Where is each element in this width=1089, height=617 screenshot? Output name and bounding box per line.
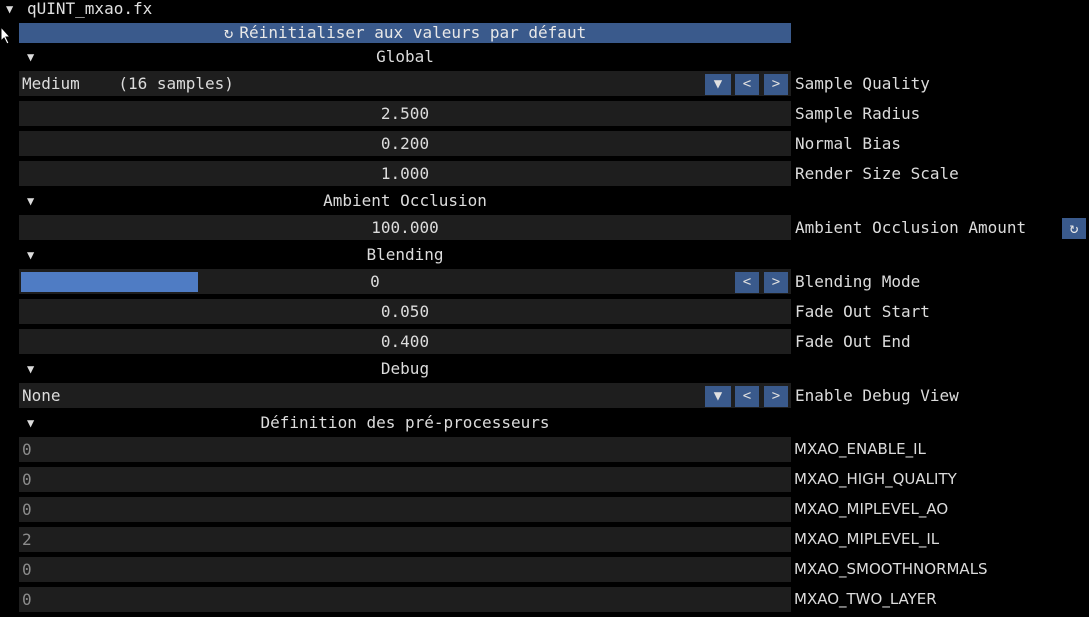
- collapse-triangle-icon[interactable]: ▼: [27, 192, 34, 210]
- collapse-triangle-icon[interactable]: ▼: [27, 246, 34, 264]
- preprocessor-value: 0: [22, 500, 32, 519]
- prev-button[interactable]: <: [735, 74, 759, 95]
- preprocessor-input[interactable]: 0: [19, 437, 791, 462]
- sample-quality-combo[interactable]: Medium (16 samples) ▼ < >: [19, 71, 791, 96]
- reset-defaults-label: Réinitialiser aux valeurs par défaut: [239, 23, 587, 42]
- collapse-triangle-icon[interactable]: ▼: [27, 414, 34, 432]
- preprocessor-input[interactable]: 0: [19, 587, 791, 612]
- preprocessor-name: MXAO_SMOOTHNORMALS: [794, 560, 988, 578]
- slider-value: 0: [370, 272, 380, 291]
- slider-value: 0.400: [380, 332, 430, 351]
- preprocessor-name: MXAO_MIPLEVEL_IL: [794, 530, 940, 548]
- blending-mode-label: Blending Mode: [795, 272, 921, 291]
- collapse-triangle-icon[interactable]: ▼: [6, 0, 13, 18]
- preprocessor-value: 0: [22, 560, 32, 579]
- next-button[interactable]: >: [764, 272, 788, 293]
- normal-bias-slider[interactable]: 0.200: [19, 131, 791, 156]
- combo-value: None: [22, 386, 61, 405]
- preprocessor-value: 0: [22, 470, 32, 489]
- next-button[interactable]: >: [764, 74, 788, 95]
- dropdown-arrow-icon[interactable]: ▼: [705, 386, 731, 407]
- slider-value: 0.200: [380, 134, 430, 153]
- mouse-cursor-icon: [0, 26, 12, 45]
- preprocessor-name: MXAO_ENABLE_IL: [794, 440, 926, 458]
- combo-value: Medium (16 samples): [22, 74, 234, 93]
- section-title: Définition des pré-processeurs: [260, 413, 550, 432]
- reset-value-button[interactable]: ↻: [1062, 218, 1086, 239]
- preprocessor-input[interactable]: 0: [19, 557, 791, 582]
- sample-quality-label: Sample Quality: [795, 74, 930, 93]
- collapse-triangle-icon[interactable]: ▼: [27, 360, 34, 378]
- preprocessor-name: MXAO_TWO_LAYER: [794, 590, 937, 608]
- slider-value: 2.500: [380, 104, 430, 123]
- fade-out-end-label: Fade Out End: [795, 332, 911, 351]
- collapse-triangle-icon[interactable]: ▼: [27, 48, 34, 66]
- dropdown-arrow-icon[interactable]: ▼: [705, 74, 731, 95]
- fade-out-end-slider[interactable]: 0.400: [19, 329, 791, 354]
- slider-value: 1.000: [380, 164, 430, 183]
- ao-amount-slider[interactable]: 100.000: [19, 215, 791, 240]
- sample-radius-label: Sample Radius: [795, 104, 921, 123]
- section-title: Ambient Occlusion: [323, 191, 487, 210]
- prev-button[interactable]: <: [735, 272, 759, 293]
- blending-mode-slider[interactable]: 0 < >: [19, 269, 791, 294]
- preprocessor-input[interactable]: 0: [19, 467, 791, 492]
- prev-button[interactable]: <: [735, 386, 759, 407]
- effect-header[interactable]: ▼ qUINT_mxao.fx: [0, 0, 1089, 20]
- section-ambient-occlusion[interactable]: ▼ Ambient Occlusion: [19, 190, 791, 212]
- effect-title: qUINT_mxao.fx: [27, 0, 153, 18]
- preprocessor-value: 0: [22, 590, 32, 609]
- section-global[interactable]: ▼ Global: [19, 46, 791, 68]
- ao-amount-label: Ambient Occlusion Amount: [795, 218, 1027, 237]
- slider-value: 100.000: [371, 218, 439, 237]
- normal-bias-label: Normal Bias: [795, 134, 901, 153]
- reset-defaults-button[interactable]: ↻ Réinitialiser aux valeurs par défaut: [19, 23, 791, 43]
- section-debug[interactable]: ▼ Debug: [19, 358, 791, 380]
- render-size-scale-label: Render Size Scale: [795, 164, 959, 183]
- section-title: Global: [376, 47, 434, 66]
- debug-view-label: Enable Debug View: [795, 386, 959, 405]
- preprocessor-input[interactable]: 2: [19, 527, 791, 552]
- reset-icon: ↻: [223, 23, 234, 42]
- section-blending[interactable]: ▼ Blending: [19, 244, 791, 266]
- fade-out-start-label: Fade Out Start: [795, 302, 930, 321]
- preprocessor-name: MXAO_MIPLEVEL_AO: [794, 500, 949, 518]
- section-preprocessors[interactable]: ▼ Définition des pré-processeurs: [19, 412, 791, 434]
- section-title: Debug: [380, 359, 430, 378]
- next-button[interactable]: >: [764, 386, 788, 407]
- section-title: Blending: [366, 245, 444, 264]
- preprocessor-name: MXAO_HIGH_QUALITY: [794, 470, 957, 488]
- render-size-scale-slider[interactable]: 1.000: [19, 161, 791, 186]
- slider-value: 0.050: [380, 302, 430, 321]
- preprocessor-input[interactable]: 0: [19, 497, 791, 522]
- sample-radius-slider[interactable]: 2.500: [19, 101, 791, 126]
- preprocessor-value: 2: [22, 530, 32, 549]
- fade-out-start-slider[interactable]: 0.050: [19, 299, 791, 324]
- preprocessor-value: 0: [22, 440, 32, 459]
- debug-view-combo[interactable]: None ▼ < >: [19, 383, 791, 408]
- reset-icon: ↻: [1069, 219, 1079, 237]
